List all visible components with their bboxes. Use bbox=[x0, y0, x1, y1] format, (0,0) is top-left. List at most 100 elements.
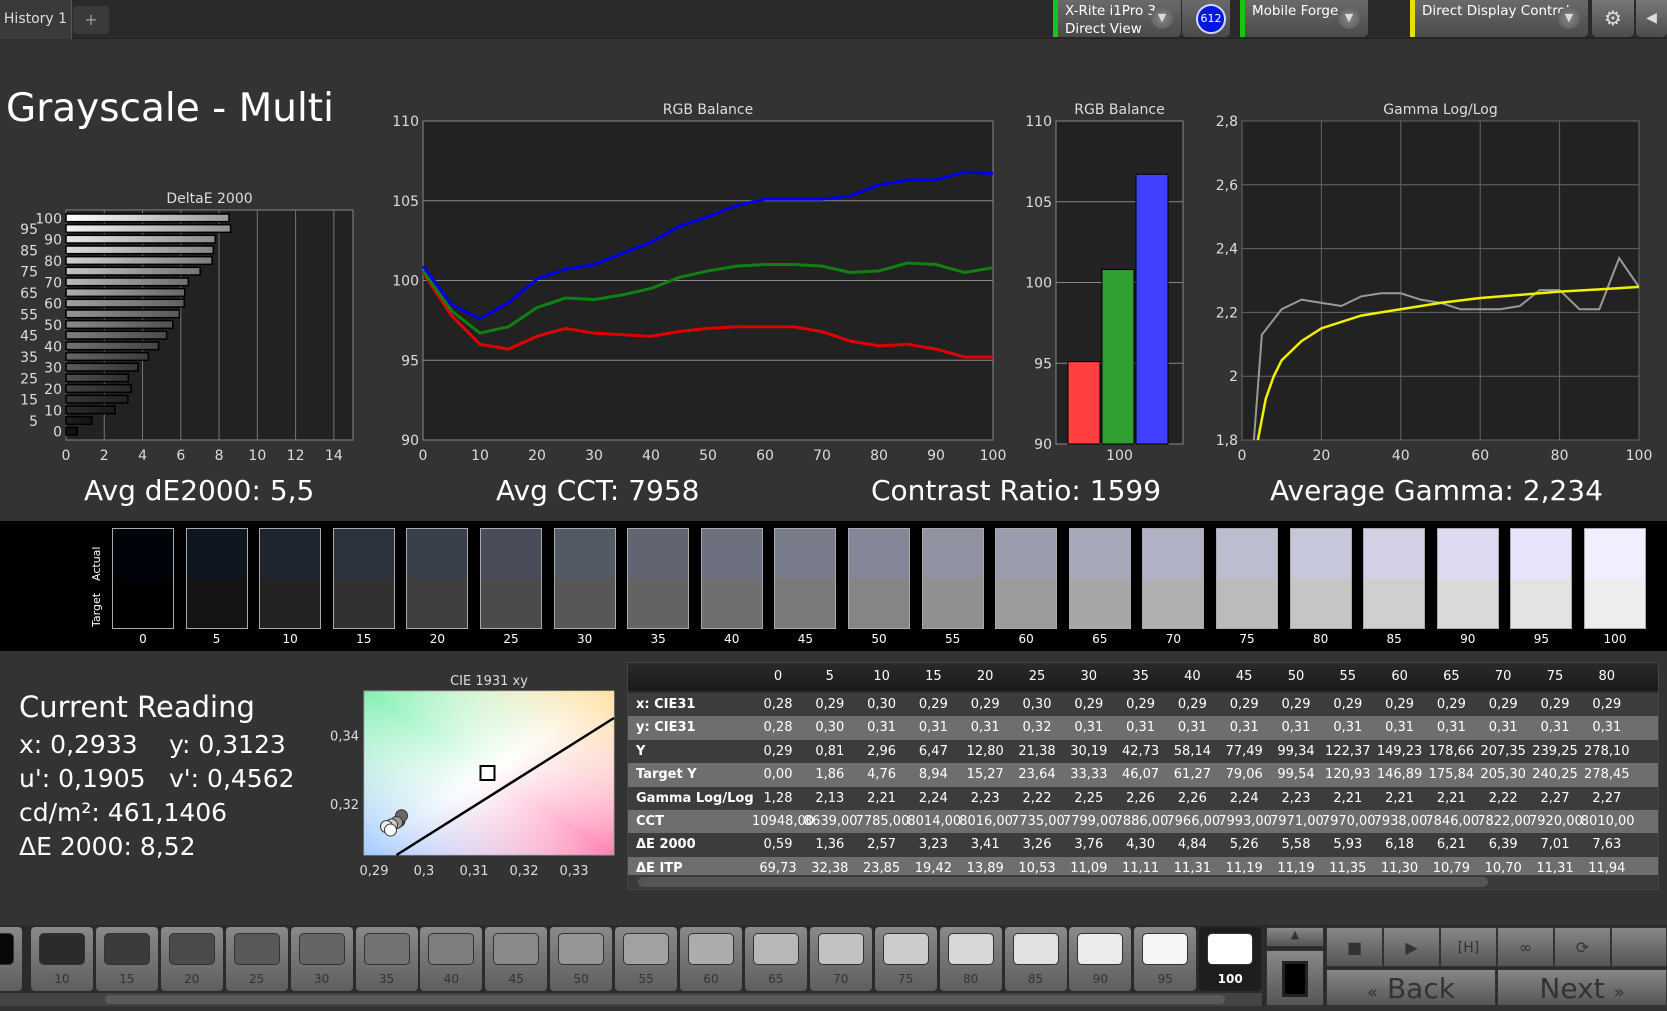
grayscale-patch bbox=[774, 528, 837, 629]
gamma-y-tick: 2,8 bbox=[1216, 114, 1238, 130]
table-cell: 0,28 bbox=[763, 720, 793, 736]
patch-button-50[interactable]: 50 bbox=[550, 927, 613, 991]
scrollbar-thumb[interactable] bbox=[638, 877, 1488, 887]
grayscale-patch bbox=[627, 528, 690, 629]
play-button[interactable]: ▶ bbox=[1383, 927, 1440, 967]
patch-level-label: 50 bbox=[871, 632, 887, 646]
table-cell: 0,29 bbox=[815, 697, 845, 712]
patch-button-65[interactable]: 65 bbox=[744, 927, 807, 991]
deltae-y-tick: 20 bbox=[44, 382, 62, 398]
patch-button-35[interactable]: 35 bbox=[355, 927, 418, 991]
continuous-button[interactable]: ∞ bbox=[1497, 927, 1554, 967]
generator-dropdown[interactable]: Mobile Forge ▼ bbox=[1240, 0, 1368, 37]
patch-level-label: 85 bbox=[1386, 632, 1402, 646]
table-cell: 0,31 bbox=[1540, 720, 1570, 736]
patch-button-75[interactable]: 75 bbox=[874, 927, 937, 991]
deltae-bar bbox=[65, 351, 150, 362]
collapse-button[interactable]: ◀ bbox=[1636, 0, 1667, 37]
target-swatch bbox=[1437, 578, 1498, 628]
patch-button-90[interactable]: 90 bbox=[1069, 927, 1132, 991]
reading-v: v': 0,4562 bbox=[169, 764, 295, 793]
tab-history-1[interactable]: History 1 bbox=[0, 0, 72, 39]
patch-button-25[interactable]: 25 bbox=[225, 927, 288, 991]
patch-button-label: 50 bbox=[573, 972, 589, 986]
table-cell: 2,21 bbox=[867, 790, 897, 806]
table-header-row: 0 5 10 15 20 25 30 35 40 45 50 55 60 65 70 75 80 bbox=[628, 663, 1658, 691]
table-cell: 2,24 bbox=[918, 790, 948, 806]
row-label: Target Y bbox=[636, 767, 697, 783]
patch-button-label: 100 bbox=[1217, 972, 1243, 986]
grayscale-patch bbox=[185, 528, 248, 629]
deltae-y-tick: 25 bbox=[20, 371, 38, 387]
stop-button[interactable]: ■ bbox=[1326, 927, 1383, 967]
display-control-dropdown[interactable]: Direct Display Control ▼ bbox=[1410, 0, 1588, 37]
patch-button-5[interactable] bbox=[0, 927, 22, 991]
actual-swatch bbox=[1143, 529, 1204, 579]
patch-button-55[interactable]: 55 bbox=[615, 927, 678, 991]
patch-button-40[interactable]: 40 bbox=[420, 927, 483, 991]
extra-button[interactable] bbox=[1611, 927, 1667, 967]
patch-button-20[interactable]: 20 bbox=[160, 927, 223, 991]
table-cell: 0,31 bbox=[1126, 720, 1156, 736]
deltae-bar bbox=[65, 426, 79, 436]
patch-swatch bbox=[428, 933, 475, 965]
step-button[interactable]: [H] bbox=[1440, 927, 1497, 967]
back-button[interactable]: « Back bbox=[1326, 969, 1496, 1006]
cie-title: CIE 1931 xy bbox=[450, 674, 528, 689]
table-cell: 0,31 bbox=[1074, 720, 1104, 736]
table-cell: 7971,00 bbox=[1270, 814, 1324, 829]
scroll-up-button[interactable]: ▲ bbox=[1266, 927, 1324, 947]
refresh-button[interactable]: ⟳ bbox=[1554, 927, 1611, 967]
actual-swatch bbox=[1069, 529, 1130, 579]
patch-button-95[interactable]: 95 bbox=[1134, 927, 1197, 991]
gamma-x-tick: 80 bbox=[1551, 448, 1569, 464]
deltae-bar bbox=[65, 373, 130, 383]
patch-button-10[interactable]: 10 bbox=[31, 927, 93, 991]
add-tab-button[interactable]: + bbox=[73, 6, 109, 34]
meter-count-badge[interactable]: 612 bbox=[1196, 4, 1226, 34]
patch-button-label: 25 bbox=[249, 972, 265, 986]
patch-view-toggle[interactable] bbox=[1266, 950, 1324, 1006]
patch-button-70[interactable]: 70 bbox=[809, 927, 872, 991]
row-label: Gamma Log/Log bbox=[636, 790, 754, 806]
patch-button-80[interactable]: 80 bbox=[939, 927, 1002, 991]
settings-button[interactable]: ⚙ bbox=[1592, 0, 1634, 37]
reading-y: y: 0,3123 bbox=[169, 730, 286, 759]
patch-button-15[interactable]: 15 bbox=[95, 927, 158, 991]
table-cell: 7846,00 bbox=[1425, 814, 1480, 829]
table-cell: 99,54 bbox=[1277, 767, 1315, 783]
patch-button-85[interactable]: 85 bbox=[1004, 927, 1067, 991]
patch-button-30[interactable]: 30 bbox=[290, 927, 353, 991]
patch-button-100[interactable]: 100 bbox=[1199, 927, 1262, 991]
patch-scrollbar[interactable] bbox=[0, 993, 1262, 1006]
back-label: Back bbox=[1386, 972, 1455, 1005]
deltae-bar bbox=[65, 287, 186, 298]
step-icon: [H] bbox=[1457, 940, 1480, 956]
actual-swatch bbox=[333, 529, 394, 579]
bar-x-tick: 100 bbox=[1106, 448, 1133, 464]
table-cell: 0,29 bbox=[1540, 697, 1570, 712]
actual-swatch bbox=[849, 529, 909, 579]
table-cell: 6,47 bbox=[918, 743, 948, 759]
rgb-y-tick: 100 bbox=[392, 274, 419, 290]
table-cell: 3,23 bbox=[918, 837, 948, 853]
target-swatch bbox=[922, 578, 983, 628]
table-cell: 4,76 bbox=[867, 767, 897, 783]
table-cell: 0,81 bbox=[815, 743, 845, 759]
patch-button-45[interactable]: 45 bbox=[485, 927, 548, 991]
patch-button-60[interactable]: 60 bbox=[680, 927, 742, 991]
avg-gamma-summary: Average Gamma: 2,234 bbox=[1270, 474, 1603, 507]
table-horizontal-scrollbar[interactable] bbox=[628, 875, 1658, 889]
chevron-up-icon: ▲ bbox=[1290, 928, 1300, 941]
table-cell: 8014,00 bbox=[907, 814, 962, 829]
next-button[interactable]: Next » bbox=[1497, 969, 1667, 1006]
target-swatch bbox=[186, 578, 247, 628]
deltae-x-tick: 14 bbox=[325, 448, 343, 464]
patch-swatch bbox=[623, 933, 670, 965]
scrollbar-thumb[interactable] bbox=[105, 995, 1225, 1004]
table-cell: 30,19 bbox=[1070, 743, 1108, 759]
table-cell: 0,31 bbox=[1229, 720, 1259, 736]
meter-dropdown[interactable]: X-Rite i1Pro 3 Direct View ▼ bbox=[1053, 0, 1181, 37]
cie-x-tick: 0,3 bbox=[414, 864, 435, 879]
table-cell: 0,32 bbox=[1022, 720, 1052, 736]
